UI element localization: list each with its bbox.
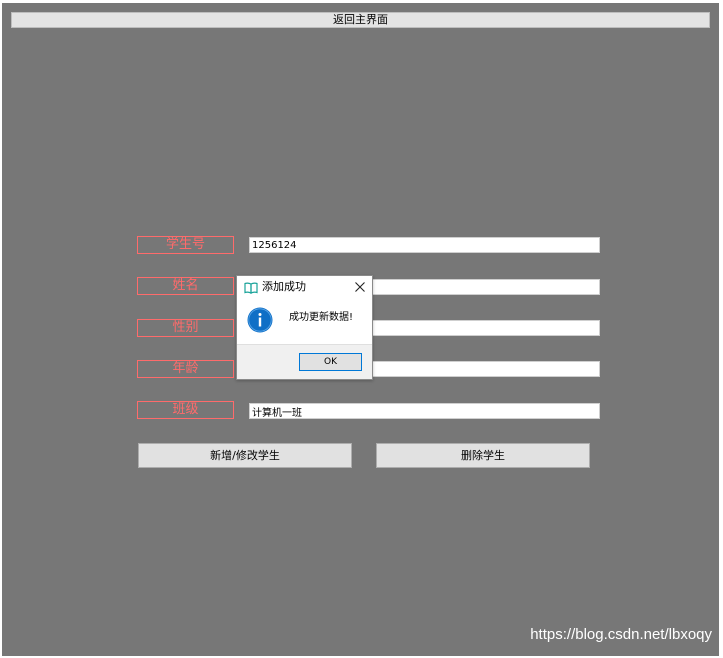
dialog-title: 添加成功 [262,280,306,293]
main-window: 返回主界面 学生号 姓名 性别 年龄 班级 新增/修改学生 删除学生 添加成功 [2,3,719,656]
close-icon[interactable] [352,279,368,295]
dialog-message: 成功更新数据! [289,312,354,323]
ok-button[interactable]: OK [299,353,362,371]
dialog-title-bar: 添加成功 [237,276,372,298]
student-id-label: 学生号 [137,236,234,254]
message-dialog: 添加成功 成功更新数据! OK [236,275,373,380]
class-label: 班级 [137,401,234,419]
add-modify-student-button[interactable]: 新增/修改学生 [138,443,352,468]
gender-label: 性别 [137,319,234,337]
book-icon [244,280,258,294]
class-input[interactable] [249,403,600,419]
dialog-body: 成功更新数据! [237,298,372,344]
age-label: 年龄 [137,360,234,378]
student-id-input[interactable] [249,237,600,253]
watermark-text: https://blog.csdn.net/lbxoqy [530,626,712,643]
name-label: 姓名 [137,277,234,295]
delete-student-button[interactable]: 删除学生 [376,443,590,468]
info-icon [247,307,273,333]
back-to-main-button[interactable]: 返回主界面 [11,12,710,28]
dialog-footer: OK [237,344,372,379]
